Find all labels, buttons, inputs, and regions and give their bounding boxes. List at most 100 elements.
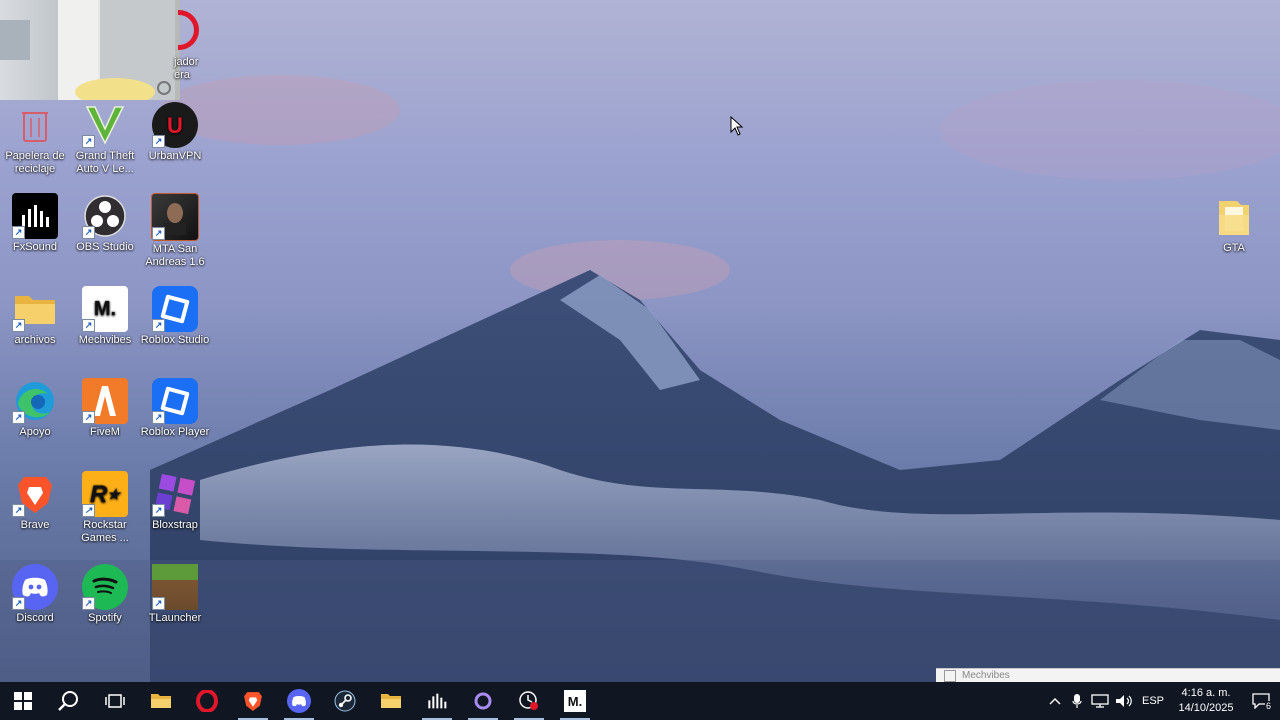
shortcut-arrow-icon: ↗ [82, 411, 95, 424]
fivem-icon: ↗ [82, 378, 128, 424]
taskbar-obs[interactable] [506, 682, 552, 720]
desktop-icon-label: Bloxstrap [152, 519, 198, 531]
shortcut-arrow-icon: ↗ [12, 411, 25, 424]
webcam-overlay [0, 0, 180, 100]
shortcut-arrow-icon: ↗ [12, 319, 25, 332]
ring-icon [474, 692, 492, 710]
desktop[interactable]: jador era Papelera de reciclaje ↗ Grand … [0, 0, 1280, 682]
app-icon [944, 670, 956, 682]
folder-icon [151, 694, 171, 708]
start-button[interactable] [0, 682, 46, 720]
shortcut-arrow-icon: ↗ [82, 504, 95, 517]
desktop-icon-recycle-bin[interactable]: Papelera de reciclaje [0, 102, 71, 176]
desktop-icon-roblox-player[interactable]: ↗ Roblox Player [139, 378, 211, 439]
urbanvpn-icon: U ↗ [152, 102, 198, 148]
taskbar-discord[interactable] [276, 682, 322, 720]
notifications-button[interactable]: 6 [1242, 682, 1280, 720]
mta-icon: ↗ [151, 193, 199, 241]
mechvibes-icon: M. ↗ [82, 286, 128, 332]
shortcut-arrow-icon: ↗ [152, 597, 165, 610]
desktop-icon-roblox-studio[interactable]: ↗ Roblox Studio [139, 286, 211, 347]
folder-icon [1211, 194, 1257, 240]
desktop-icon-fivem[interactable]: ↗ FiveM [69, 378, 141, 439]
brave-icon [244, 692, 262, 711]
roblox-studio-icon: ↗ [152, 286, 198, 332]
taskbar-file-explorer[interactable] [138, 682, 184, 720]
desktop-icon-label: FiveM [90, 426, 120, 438]
shortcut-arrow-icon: ↗ [152, 411, 165, 424]
mechvibes-window-partial[interactable]: Mechvibes [936, 668, 1280, 682]
shortcut-arrow-icon: ↗ [82, 597, 95, 610]
desktop-icon-mta-san-andreas[interactable]: ↗ MTA San Andreas 1.6 [139, 193, 211, 269]
desktop-icon-obs-studio[interactable]: ↗ OBS Studio [69, 193, 141, 254]
obs-icon: ↗ [82, 193, 128, 239]
obs-record-icon [519, 691, 538, 710]
desktop-icon-gta-folder[interactable]: GTA [1198, 194, 1270, 255]
network-button[interactable] [1088, 682, 1112, 720]
fxsound-icon: ↗ [12, 193, 58, 239]
microphone-button[interactable] [1066, 682, 1088, 720]
fxsound-icon [428, 693, 447, 709]
steam-icon [334, 690, 356, 712]
edge-icon: ↗ [12, 378, 58, 424]
discord-icon [287, 689, 311, 713]
shortcut-arrow-icon: ↗ [152, 319, 165, 332]
taskbar-steam[interactable] [322, 682, 368, 720]
desktop-icon-urbanvpn[interactable]: U ↗ UrbanVPN [139, 102, 211, 163]
desktop-icon-discord[interactable]: ↗ Discord [0, 564, 71, 625]
desktop-icon-label: GTA [1223, 242, 1245, 254]
taskbar-opera[interactable] [184, 682, 230, 720]
mouse-cursor-icon [730, 115, 744, 141]
windows-icon [14, 692, 32, 710]
chevron-up-icon [1049, 698, 1061, 705]
mini-window-title: Mechvibes [962, 670, 1010, 681]
search-button[interactable] [46, 682, 92, 720]
desktop-icon-label: UrbanVPN [148, 150, 202, 162]
network-icon [1091, 694, 1109, 708]
show-hidden-icons-button[interactable] [1044, 682, 1066, 720]
task-view-button[interactable] [92, 682, 138, 720]
desktop-icon-fxsound[interactable]: ↗ FxSound [0, 193, 71, 254]
discord-icon: ↗ [12, 564, 58, 610]
desktop-icon-label: Rockstar Games ... [81, 519, 129, 544]
desktop-icon-mechvibes[interactable]: M. ↗ Mechvibes [69, 286, 141, 347]
desktop-icon-apoyo[interactable]: ↗ Apoyo [0, 378, 71, 439]
desktop-icon-label: FxSound [12, 241, 58, 253]
desktop-icon-label: archivos [14, 334, 56, 346]
desktop-icon-label: Brave [20, 519, 50, 531]
mechvibes-icon: M. [564, 690, 586, 712]
taskbar-ring-app[interactable] [460, 682, 506, 720]
shortcut-arrow-icon: ↗ [82, 319, 95, 332]
desktop-icon-bloxstrap[interactable]: ↗ Bloxstrap [139, 471, 211, 532]
desktop-icon-gta-v[interactable]: ↗ Grand Theft Auto V Le... [69, 102, 141, 176]
desktop-icon-label: Mechvibes [78, 334, 132, 346]
taskbar-brave[interactable] [230, 682, 276, 720]
desktop-icon-label: TLauncher [148, 612, 202, 624]
volume-button[interactable] [1112, 682, 1136, 720]
system-tray: ESP 4:16 a. m. 14/10/2025 6 [1044, 682, 1280, 720]
clock-time: 4:16 a. m. [1181, 687, 1231, 699]
clock-date: 14/10/2025 [1178, 702, 1234, 714]
microphone-icon [1072, 694, 1082, 708]
desktop-icon-rockstar-games[interactable]: R ★ ↗ Rockstar Games ... [69, 471, 141, 545]
rockstar-icon: R ★ ↗ [82, 471, 128, 517]
desktop-icon-brave[interactable]: ↗ Brave [0, 471, 71, 532]
desktop-icon-tlauncher[interactable]: ↗ TLauncher [139, 564, 211, 625]
shortcut-arrow-icon: ↗ [152, 227, 165, 240]
shortcut-arrow-icon: ↗ [152, 504, 165, 517]
taskbar-mechvibes[interactable]: M. [552, 682, 598, 720]
desktop-icon-label: Papelera de reciclaje [5, 150, 65, 175]
desktop-icon-archivos[interactable]: ↗ archivos [0, 286, 71, 347]
tlauncher-icon: ↗ [152, 564, 198, 610]
spotify-icon: ↗ [82, 564, 128, 610]
clock[interactable]: 4:16 a. m. 14/10/2025 [1170, 682, 1242, 720]
taskbar-fxsound[interactable] [414, 682, 460, 720]
shortcut-arrow-icon: ↗ [82, 226, 95, 239]
recycle-bin-icon [12, 102, 58, 148]
desktop-icon-spotify[interactable]: ↗ Spotify [69, 564, 141, 625]
folder-icon: ↗ [12, 286, 58, 332]
taskbar-explorer-2[interactable] [368, 682, 414, 720]
language-indicator[interactable]: ESP [1136, 682, 1170, 720]
folder-icon [381, 694, 401, 708]
shortcut-arrow-icon: ↗ [152, 135, 165, 148]
